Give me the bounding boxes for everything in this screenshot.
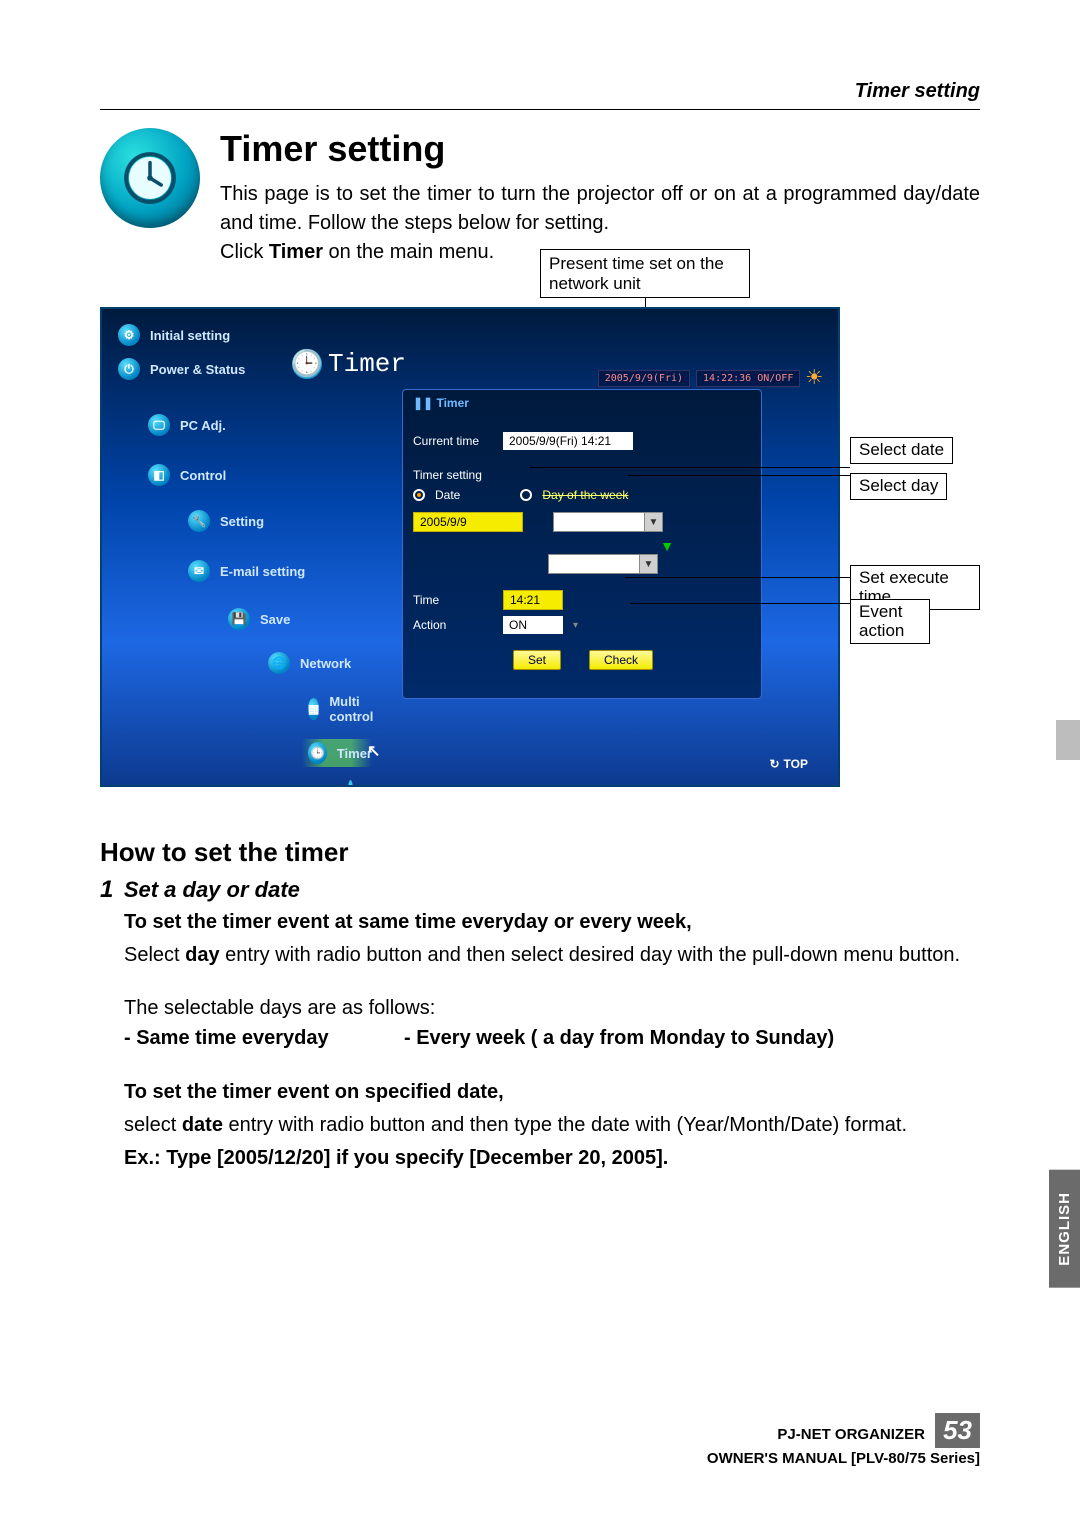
radio-day[interactable] (520, 489, 532, 501)
header-divider (100, 109, 980, 110)
arrow-down-icon: ▼ (583, 538, 751, 554)
nav-setting[interactable]: 🔧Setting (182, 507, 372, 535)
status-time: 14:22:36 ON/OFF (696, 370, 800, 387)
nav-email-setting[interactable]: ✉E-mail setting (182, 557, 372, 585)
monitor-icon: 🖵 (148, 414, 170, 436)
day-dropdown[interactable]: ▼ (553, 512, 663, 532)
status-date: 2005/9/9(Fri) (598, 370, 690, 387)
chevron-down-icon: ▼ (639, 555, 657, 573)
nav-control[interactable]: ◧Control (142, 461, 372, 489)
step-title: Set a day or date (124, 877, 300, 902)
set-button[interactable]: Set (513, 650, 561, 670)
info-icon: ℹ (348, 780, 353, 787)
step1-body-b: The selectable days are as follows: (124, 994, 980, 1023)
nav-information[interactable]: ℹInformation (342, 777, 372, 787)
section-title: Timer setting (220, 128, 980, 170)
clock-icon (100, 128, 200, 228)
step1-example: Ex.: Type [2005/12/20] if you specify [D… (124, 1144, 980, 1173)
callout-select-date: Select date (850, 437, 953, 464)
header-breadcrumb: Timer setting (100, 80, 980, 103)
action-label: Action (413, 618, 493, 632)
current-time-value: 2005/9/9(Fri) 14:21 (503, 432, 633, 450)
date-input[interactable]: 2005/9/9 (413, 512, 523, 532)
mail-icon: ✉ (188, 560, 210, 582)
sun-icon: ☀ (806, 363, 822, 393)
step1-subhead-b: To set the timer event on specified date… (124, 1078, 980, 1107)
page-heading: 🕒 Timer (292, 349, 406, 379)
step1-body-c: select date entry with radio button and … (124, 1111, 980, 1140)
timer-panel: ❚❚ Timer Current time 2005/9/9(Fri) 14:2… (402, 389, 762, 699)
top-link[interactable]: ↻ TOP (769, 757, 808, 771)
tab-stub (1056, 720, 1080, 760)
app-screenshot: ⚙Initial setting ⏻Power & Status 🖵PC Adj… (100, 307, 840, 787)
nav-pc-adj[interactable]: 🖵PC Adj. (142, 411, 372, 439)
screenshot-figure: Present time set on the network unit ⚙In… (100, 307, 980, 787)
step1-body-a: Select day entry with radio button and t… (124, 941, 980, 970)
radio-day-label: Day of the week (542, 488, 628, 502)
callout-event-action: Event action (850, 599, 930, 644)
clock-icon: 🕒 (308, 742, 327, 764)
wrench-icon: 🔧 (188, 510, 210, 532)
network-icon: 🌐 (268, 652, 290, 674)
step-number: 1 (100, 876, 113, 903)
check-button[interactable]: Check (589, 650, 653, 670)
step1-subhead-a: To set the timer event at same time ever… (124, 908, 980, 937)
radio-date-label: Date (435, 488, 460, 502)
page-number: 53 (935, 1413, 980, 1448)
callout-select-day: Select day (850, 473, 947, 500)
grid-icon: ▦ (308, 698, 319, 720)
timer-setting-label: Timer setting (413, 468, 493, 482)
action-select[interactable]: ON (503, 616, 563, 634)
callout-present-time: Present time set on the network unit (540, 249, 750, 298)
power-icon: ⏻ (118, 358, 140, 380)
gear-icon: ⚙ (118, 324, 140, 346)
chevron-down-icon: ▼ (644, 513, 662, 531)
cursor-icon: ↖ (367, 741, 380, 761)
page-footer: PJ-NET ORGANIZER 53 OWNER'S MANUAL [PLV-… (707, 1413, 980, 1467)
howto-heading: How to set the timer (100, 837, 980, 868)
clock-icon: 🕒 (292, 349, 322, 379)
time-input[interactable]: 14:21 (503, 590, 563, 610)
save-icon: 💾 (228, 608, 250, 630)
radio-date[interactable] (413, 489, 425, 501)
secondary-dropdown[interactable]: ▼ (548, 554, 658, 574)
panel-title: ❚❚ Timer (413, 396, 751, 410)
current-time-label: Current time (413, 434, 493, 448)
language-tab: ENGLISH (1049, 1170, 1080, 1288)
step1-options: - Same time everyday- Every week ( a day… (124, 1027, 980, 1050)
nav-multi-control[interactable]: ▦Multi control (302, 691, 372, 727)
nav-initial-setting[interactable]: ⚙Initial setting (112, 321, 372, 349)
nav-save[interactable]: 💾Save (222, 605, 372, 633)
nav-network[interactable]: 🌐Network (262, 649, 372, 677)
nav-timer[interactable]: 🕒Timer↖ (302, 739, 372, 767)
sliders-icon: ◧ (148, 464, 170, 486)
time-label: Time (413, 593, 493, 607)
